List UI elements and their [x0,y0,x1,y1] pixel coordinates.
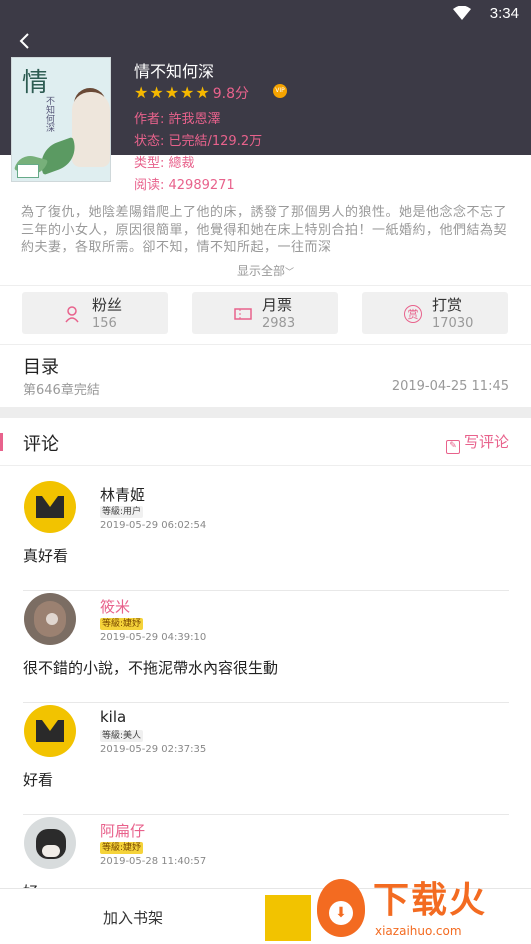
fans-icon [64,305,82,323]
cover-subtitle: 不知何深 [44,96,54,132]
comment-username[interactable]: 筱米 [100,596,130,617]
rating-score: 9.8分 [212,86,249,102]
comment-time: 2019-05-29 02:37:35 [100,744,207,755]
star-icon: ★ [134,83,149,102]
reward-button[interactable]: 赏 打赏 17030 [362,292,508,334]
wifi-icon [453,6,471,20]
rating-stars: ★ ★ ★ ★ ★ 9.8分 [134,83,249,103]
ticket-label: 月票 [262,296,293,314]
clock: 3:34 [489,5,519,22]
user-level-badge: 等級:婕妤 [100,842,144,854]
avatar[interactable] [24,705,76,757]
book-summary: 為了復仇，她陰差陽錯爬上了他的床，誘發了那個男人的狼性。她是他念念不忘了三年的小… [21,205,508,255]
reward-icon: 赏 [404,305,422,323]
comment-text: 很不錯的小說，不拖泥帶水內容很生動 [23,659,279,677]
monthly-ticket-button[interactable]: 月票 2983 [192,292,338,334]
star-icon: ★ [164,83,180,102]
stats-row: 粉丝 156 月票 2983 赏 打赏 17030 [0,285,531,345]
read-button[interactable] [265,895,311,941]
section-accent-bar [0,433,3,451]
comment-username[interactable]: 阿扁仔 [100,820,145,841]
add-to-shelf-button[interactable]: 加入书架 [103,907,163,928]
watermark-brand: 下载火 [373,880,488,921]
catalog-title: 目录 [23,357,59,378]
comment-username[interactable]: 林青姬 [100,484,145,505]
chevron-down-icon: ﹀ [285,268,295,278]
comment-item[interactable]: 林青姬 等級:用户 2019-05-29 06:02:54 真好看 [0,467,531,591]
comments-header: 评论 ✎ 写评论 [0,418,531,466]
cover-stamp [17,164,39,178]
fans-label: 粉丝 [92,296,123,314]
comment-username[interactable]: kila [100,708,126,726]
book-title: 情不知何深 [134,62,215,81]
write-comment-button[interactable]: ✎ 写评论 [445,431,509,454]
book-status: 状态: 已完結/129.2万 [134,134,263,149]
comment-item[interactable]: kila 等級:美人 2019-05-29 02:37:35 好看 [0,691,531,815]
flame-icon: ⬇ [317,879,365,937]
comment-time: 2019-05-28 11:40:57 [100,856,207,867]
avatar[interactable] [24,817,76,869]
fans-button[interactable]: 粉丝 156 [22,292,168,334]
comment-item[interactable]: 筱米 等級:婕妤 2019-05-29 04:39:10 很不錯的小說，不拖泥帶… [0,579,531,703]
watermark-logo: ⬇ 下载火 xiazaihuo.com [311,875,531,944]
user-level-badge: 等級:用户 [100,506,144,518]
star-icon: ★ [180,83,195,102]
download-icon: ⬇ [329,901,353,925]
show-all-link[interactable]: 显示全部﹀ [0,262,531,279]
back-arrow-icon[interactable] [14,30,40,52]
catalog-date: 2019-04-25 11:45 [391,379,509,394]
book-type: 类型: 總裁 [134,156,195,171]
cover-title: 情 [22,68,49,98]
ticket-count: 2983 [262,316,296,331]
show-all-label: 显示全部 [236,264,285,278]
comment-time: 2019-05-29 04:39:10 [100,632,207,643]
book-reads: 阅读: 42989271 [134,178,235,193]
star-icon: ★ [149,83,164,102]
watermark-url: xiazaihuo.com [375,924,462,938]
reward-count: 17030 [432,316,474,331]
ticket-icon [234,305,252,323]
reward-label: 打赏 [432,296,463,314]
avatar[interactable] [24,593,76,645]
section-divider [0,407,531,418]
user-level-badge: 等級:美人 [100,730,144,742]
avatar[interactable] [24,481,76,533]
catalog-row[interactable]: 目录 第646章完結 2019-04-25 11:45 [0,345,531,407]
write-comment-label: 写评论 [463,433,509,451]
user-level-badge: 等級:婕妤 [100,618,144,630]
comments-title: 评论 [23,434,59,455]
fans-count: 156 [92,316,117,331]
star-icon: ★ [195,83,210,102]
comment-time: 2019-05-29 06:02:54 [100,520,207,531]
book-cover[interactable]: 情 不知何深 [11,57,111,182]
book-author: 作者: 許我恩澤 [134,112,221,127]
comment-text: 好看 [23,771,54,789]
catalog-chapters: 第646章完結 [23,383,100,398]
status-bar: 3:34 [0,0,531,28]
vip-badge-icon: VIP [273,84,287,98]
edit-icon: ✎ [445,440,460,454]
comment-text: 真好看 [23,547,69,565]
